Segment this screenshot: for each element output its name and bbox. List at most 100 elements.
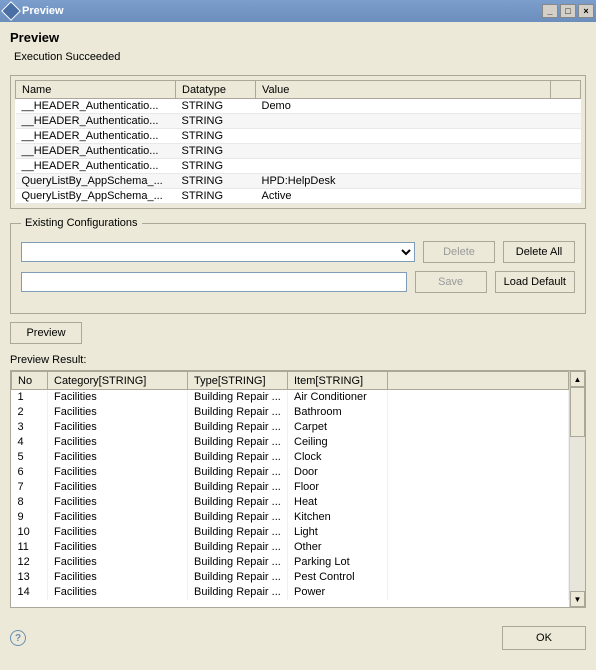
cell-item: Ceiling — [288, 435, 388, 450]
col-header-value[interactable]: Value — [256, 81, 551, 99]
cell-value — [256, 159, 551, 174]
cell-item: Parking Lot — [288, 555, 388, 570]
cell-item: Door — [288, 465, 388, 480]
cell-item: Other — [288, 540, 388, 555]
cell-type: Building Repair ... — [188, 465, 288, 480]
params-table: Name Datatype Value __HEADER_Authenticat… — [15, 80, 581, 204]
config-select[interactable] — [21, 242, 415, 262]
cell-value — [256, 114, 551, 129]
cell-value: HPD:HelpDesk — [256, 174, 551, 189]
load-default-button[interactable]: Load Default — [495, 271, 575, 293]
cell-category: Facilities — [48, 405, 188, 420]
col-header-datatype[interactable]: Datatype — [176, 81, 256, 99]
table-row[interactable]: 1FacilitiesBuilding Repair ...Air Condit… — [12, 390, 569, 405]
table-row[interactable]: __HEADER_Authenticatio...STRING — [16, 114, 581, 129]
cell-item: Light — [288, 525, 388, 540]
cell-datatype: STRING — [176, 159, 256, 174]
status-text: Execution Succeeded — [10, 51, 586, 63]
cell-category: Facilities — [48, 525, 188, 540]
titlebar: Preview _ □ × — [0, 0, 596, 22]
cell-category: Facilities — [48, 435, 188, 450]
cell-type: Building Repair ... — [188, 450, 288, 465]
table-row[interactable]: 10FacilitiesBuilding Repair ...Light — [12, 525, 569, 540]
cell-type: Building Repair ... — [188, 585, 288, 600]
table-row[interactable]: 9FacilitiesBuilding Repair ...Kitchen — [12, 510, 569, 525]
table-row[interactable]: __HEADER_Authenticatio...STRING — [16, 144, 581, 159]
cell-item: Carpet — [288, 420, 388, 435]
col-header-no[interactable]: No — [12, 372, 48, 390]
cell-no: 1 — [12, 390, 48, 405]
table-row[interactable]: 7FacilitiesBuilding Repair ...Floor — [12, 480, 569, 495]
cell-value: Active — [256, 189, 551, 204]
table-row[interactable]: __HEADER_Authenticatio...STRING — [16, 129, 581, 144]
cell-no: 6 — [12, 465, 48, 480]
table-row[interactable]: 8FacilitiesBuilding Repair ...Heat — [12, 495, 569, 510]
minimize-button[interactable]: _ — [542, 4, 558, 18]
cell-datatype: STRING — [176, 129, 256, 144]
cell-name: __HEADER_Authenticatio... — [16, 144, 176, 159]
cell-name: __HEADER_Authenticatio... — [16, 129, 176, 144]
scrollbar[interactable]: ▲ ▼ — [569, 371, 585, 607]
table-row[interactable]: 14FacilitiesBuilding Repair ...Power — [12, 585, 569, 600]
cell-item: Air Conditioner — [288, 390, 388, 405]
table-row[interactable]: QueryListBy_AppSchema_...STRINGHPD:HelpD… — [16, 174, 581, 189]
maximize-button[interactable]: □ — [560, 4, 576, 18]
ok-button[interactable]: OK — [502, 626, 586, 650]
app-icon — [1, 1, 21, 21]
table-row[interactable]: 6FacilitiesBuilding Repair ...Door — [12, 465, 569, 480]
col-header-item[interactable]: Item[STRING] — [288, 372, 388, 390]
scroll-thumb[interactable] — [570, 387, 585, 437]
table-row[interactable]: __HEADER_Authenticatio...STRINGDemo — [16, 99, 581, 114]
scroll-track[interactable] — [570, 437, 585, 591]
table-row[interactable]: 12FacilitiesBuilding Repair ...Parking L… — [12, 555, 569, 570]
table-row[interactable]: 2FacilitiesBuilding Repair ...Bathroom — [12, 405, 569, 420]
col-header-type[interactable]: Type[STRING] — [188, 372, 288, 390]
delete-button[interactable]: Delete — [423, 241, 495, 263]
cell-name: __HEADER_Authenticatio... — [16, 114, 176, 129]
table-row[interactable]: 5FacilitiesBuilding Repair ...Clock — [12, 450, 569, 465]
cell-no: 5 — [12, 450, 48, 465]
cell-item: Power — [288, 585, 388, 600]
cell-no: 8 — [12, 495, 48, 510]
col-header-category[interactable]: Category[STRING] — [48, 372, 188, 390]
result-table: No Category[STRING] Type[STRING] Item[ST… — [11, 371, 569, 600]
table-row[interactable]: __HEADER_Authenticatio...STRING — [16, 159, 581, 174]
params-panel: Name Datatype Value __HEADER_Authenticat… — [10, 75, 586, 209]
configs-legend: Existing Configurations — [21, 217, 142, 229]
delete-all-button[interactable]: Delete All — [503, 241, 575, 263]
cell-name: __HEADER_Authenticatio... — [16, 99, 176, 114]
cell-category: Facilities — [48, 540, 188, 555]
table-row[interactable]: 13FacilitiesBuilding Repair ...Pest Cont… — [12, 570, 569, 585]
table-row[interactable]: 3FacilitiesBuilding Repair ...Carpet — [12, 420, 569, 435]
cell-no: 9 — [12, 510, 48, 525]
cell-name: __HEADER_Authenticatio... — [16, 159, 176, 174]
cell-item: Bathroom — [288, 405, 388, 420]
close-button[interactable]: × — [578, 4, 594, 18]
col-header-name[interactable]: Name — [16, 81, 176, 99]
scroll-down-icon[interactable]: ▼ — [570, 591, 585, 607]
cell-no: 2 — [12, 405, 48, 420]
cell-datatype: STRING — [176, 114, 256, 129]
preview-button[interactable]: Preview — [10, 322, 82, 344]
table-row[interactable]: 11FacilitiesBuilding Repair ...Other — [12, 540, 569, 555]
cell-type: Building Repair ... — [188, 480, 288, 495]
cell-type: Building Repair ... — [188, 540, 288, 555]
cell-value: Demo — [256, 99, 551, 114]
cell-no: 7 — [12, 480, 48, 495]
cell-type: Building Repair ... — [188, 390, 288, 405]
help-icon[interactable]: ? — [10, 630, 26, 646]
scroll-up-icon[interactable]: ▲ — [570, 371, 585, 387]
cell-category: Facilities — [48, 420, 188, 435]
table-row[interactable]: QueryListBy_AppSchema_...STRINGActive — [16, 189, 581, 204]
cell-item: Floor — [288, 480, 388, 495]
result-label: Preview Result: — [10, 354, 586, 366]
cell-category: Facilities — [48, 450, 188, 465]
save-button[interactable]: Save — [415, 271, 487, 293]
cell-no: 13 — [12, 570, 48, 585]
config-name-input[interactable] — [21, 272, 407, 292]
cell-datatype: STRING — [176, 99, 256, 114]
result-panel: No Category[STRING] Type[STRING] Item[ST… — [10, 370, 586, 608]
table-row[interactable]: 4FacilitiesBuilding Repair ...Ceiling — [12, 435, 569, 450]
cell-item: Clock — [288, 450, 388, 465]
cell-category: Facilities — [48, 555, 188, 570]
